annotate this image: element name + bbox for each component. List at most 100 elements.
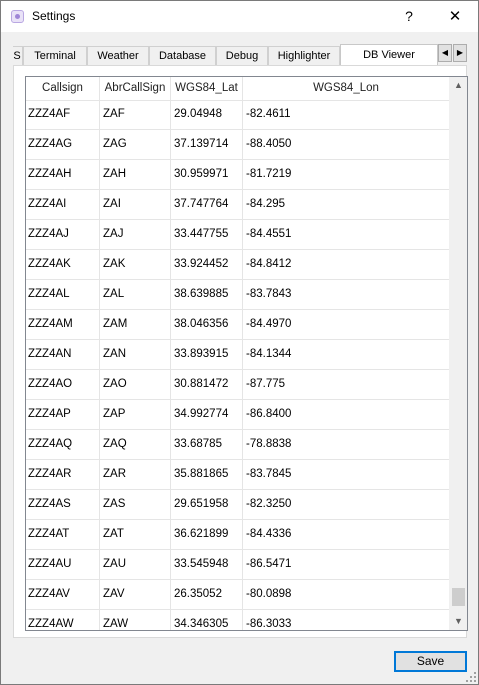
tab-scroll-right-icon[interactable]: ▶ <box>453 44 467 62</box>
column-header-callsign[interactable]: Callsign <box>26 77 100 100</box>
cell-lon[interactable]: -88.4050 <box>243 130 450 159</box>
cell-callsign[interactable]: ZZZ4AI <box>26 190 100 219</box>
table-row[interactable]: ZZZ4AR ZAR 35.881865 -83.7845 <box>26 460 450 490</box>
table-row[interactable]: ZZZ4AL ZAL 38.639885 -83.7843 <box>26 280 450 310</box>
table-row[interactable]: ZZZ4AO ZAO 30.881472 -87.775 <box>26 370 450 400</box>
save-button[interactable]: Save <box>394 651 467 672</box>
cell-lat[interactable]: 30.881472 <box>171 370 243 399</box>
cell-callsign[interactable]: ZZZ4AN <box>26 340 100 369</box>
cell-abrcallsign[interactable]: ZAS <box>100 490 171 519</box>
cell-lon[interactable]: -84.4336 <box>243 520 450 549</box>
cell-abrcallsign[interactable]: ZAF <box>100 100 171 129</box>
cell-callsign[interactable]: ZZZ4AV <box>26 580 100 609</box>
tab-weather[interactable]: Weather <box>87 46 149 65</box>
cell-abrcallsign[interactable]: ZAT <box>100 520 171 549</box>
cell-callsign[interactable]: ZZZ4AL <box>26 280 100 309</box>
cell-callsign[interactable]: ZZZ4AK <box>26 250 100 279</box>
cell-lat[interactable]: 26.35052 <box>171 580 243 609</box>
cell-callsign[interactable]: ZZZ4AH <box>26 160 100 189</box>
cell-abrcallsign[interactable]: ZAI <box>100 190 171 219</box>
cell-lat[interactable]: 37.139714 <box>171 130 243 159</box>
cell-abrcallsign[interactable]: ZAU <box>100 550 171 579</box>
cell-lon[interactable]: -82.3250 <box>243 490 450 519</box>
cell-abrcallsign[interactable]: ZAP <box>100 400 171 429</box>
tab-scroll-left-icon[interactable]: ◀ <box>438 44 452 62</box>
cell-abrcallsign[interactable]: ZAK <box>100 250 171 279</box>
table-row[interactable]: ZZZ4AS ZAS 29.651958 -82.3250 <box>26 490 450 520</box>
cell-callsign[interactable]: ZZZ4AR <box>26 460 100 489</box>
cell-lat[interactable]: 37.747764 <box>171 190 243 219</box>
cell-lon[interactable]: -84.4551 <box>243 220 450 249</box>
table-row[interactable]: ZZZ4AU ZAU 33.545948 -86.5471 <box>26 550 450 580</box>
cell-lat[interactable]: 36.621899 <box>171 520 243 549</box>
cell-lon[interactable]: -84.8412 <box>243 250 450 279</box>
column-header-abrcallsign[interactable]: AbrCallSign <box>100 77 171 100</box>
cell-callsign[interactable]: ZZZ4AP <box>26 400 100 429</box>
cell-lat[interactable]: 38.046356 <box>171 310 243 339</box>
table-row[interactable]: ZZZ4AM ZAM 38.046356 -84.4970 <box>26 310 450 340</box>
cell-callsign[interactable]: ZZZ4AQ <box>26 430 100 459</box>
cell-lat[interactable]: 33.924452 <box>171 250 243 279</box>
cell-lon[interactable]: -78.8838 <box>243 430 450 459</box>
tab-terminal[interactable]: Terminal <box>23 46 87 65</box>
cell-callsign[interactable]: ZZZ4AJ <box>26 220 100 249</box>
resize-grip-icon[interactable] <box>466 672 476 682</box>
cell-lon[interactable]: -86.3033 <box>243 610 450 630</box>
cell-lat[interactable]: 29.04948 <box>171 100 243 129</box>
table-row[interactable]: ZZZ4AN ZAN 33.893915 -84.1344 <box>26 340 450 370</box>
tab-database[interactable]: Database <box>149 46 216 65</box>
cell-lat[interactable]: 33.447755 <box>171 220 243 249</box>
cell-lon[interactable]: -87.775 <box>243 370 450 399</box>
table-row[interactable]: ZZZ4AG ZAG 37.139714 -88.4050 <box>26 130 450 160</box>
table-row[interactable]: ZZZ4AF ZAF 29.04948 -82.4611 <box>26 100 450 130</box>
close-button[interactable]: ✕ <box>432 1 478 32</box>
cell-lat[interactable]: 30.959971 <box>171 160 243 189</box>
cell-lon[interactable]: -81.7219 <box>243 160 450 189</box>
cell-lon[interactable]: -84.4970 <box>243 310 450 339</box>
tab-debug[interactable]: Debug <box>216 46 268 65</box>
tab-partial-s[interactable]: S <box>13 46 23 65</box>
cell-lon[interactable]: -86.5471 <box>243 550 450 579</box>
scroll-down-icon[interactable]: ▼ <box>450 613 467 630</box>
scroll-up-icon[interactable]: ▲ <box>450 77 467 94</box>
table-row[interactable]: ZZZ4AH ZAH 30.959971 -81.7219 <box>26 160 450 190</box>
cell-abrcallsign[interactable]: ZAN <box>100 340 171 369</box>
table-row[interactable]: ZZZ4AT ZAT 36.621899 -84.4336 <box>26 520 450 550</box>
cell-lat[interactable]: 33.545948 <box>171 550 243 579</box>
data-grid[interactable]: Callsign AbrCallSign WGS84_Lat WGS84_Lon… <box>25 76 468 631</box>
cell-lat[interactable]: 29.651958 <box>171 490 243 519</box>
cell-abrcallsign[interactable]: ZAO <box>100 370 171 399</box>
tab-db-viewer[interactable]: DB Viewer <box>340 44 438 66</box>
cell-abrcallsign[interactable]: ZAL <box>100 280 171 309</box>
cell-lat[interactable]: 38.639885 <box>171 280 243 309</box>
cell-callsign[interactable]: ZZZ4AW <box>26 610 100 630</box>
cell-abrcallsign[interactable]: ZAH <box>100 160 171 189</box>
cell-lat[interactable]: 34.346305 <box>171 610 243 630</box>
cell-abrcallsign[interactable]: ZAV <box>100 580 171 609</box>
table-row[interactable]: ZZZ4AW ZAW 34.346305 -86.3033 <box>26 610 450 630</box>
cell-lat[interactable]: 34.992774 <box>171 400 243 429</box>
column-header-lat[interactable]: WGS84_Lat <box>171 77 243 100</box>
cell-callsign[interactable]: ZZZ4AS <box>26 490 100 519</box>
help-button[interactable]: ? <box>386 1 432 32</box>
cell-abrcallsign[interactable]: ZAJ <box>100 220 171 249</box>
cell-lon[interactable]: -83.7845 <box>243 460 450 489</box>
cell-callsign[interactable]: ZZZ4AT <box>26 520 100 549</box>
column-header-lon[interactable]: WGS84_Lon <box>243 77 450 100</box>
table-row[interactable]: ZZZ4AJ ZAJ 33.447755 -84.4551 <box>26 220 450 250</box>
table-row[interactable]: ZZZ4AQ ZAQ 33.68785 -78.8838 <box>26 430 450 460</box>
cell-lon[interactable]: -80.0898 <box>243 580 450 609</box>
table-row[interactable]: ZZZ4AP ZAP 34.992774 -86.8400 <box>26 400 450 430</box>
cell-callsign[interactable]: ZZZ4AF <box>26 100 100 129</box>
table-row[interactable]: ZZZ4AI ZAI 37.747764 -84.295 <box>26 190 450 220</box>
cell-lon[interactable]: -86.8400 <box>243 400 450 429</box>
tab-highlighter[interactable]: Highlighter <box>268 46 340 65</box>
vertical-scrollbar[interactable]: ▲ ▼ <box>449 77 467 630</box>
cell-lon[interactable]: -83.7843 <box>243 280 450 309</box>
cell-abrcallsign[interactable]: ZAM <box>100 310 171 339</box>
cell-lat[interactable]: 35.881865 <box>171 460 243 489</box>
cell-abrcallsign[interactable]: ZAR <box>100 460 171 489</box>
cell-abrcallsign[interactable]: ZAW <box>100 610 171 630</box>
table-row[interactable]: ZZZ4AK ZAK 33.924452 -84.8412 <box>26 250 450 280</box>
cell-callsign[interactable]: ZZZ4AG <box>26 130 100 159</box>
